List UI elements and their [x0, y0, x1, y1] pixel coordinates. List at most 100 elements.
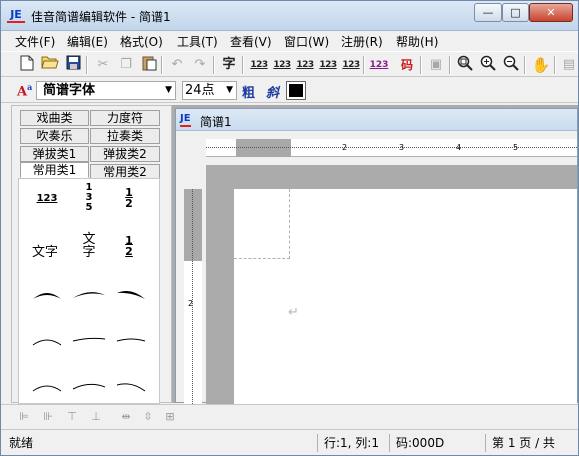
document-title: 简谱1 [200, 115, 232, 129]
bold-button[interactable]: 粗 [242, 82, 255, 101]
num-color-button[interactable]: 123 [369, 55, 389, 75]
chevron-down-icon: ▼ [165, 85, 172, 95]
font-size-select[interactable]: 24点 ▼ [182, 81, 237, 100]
num-style-5-button[interactable]: 123 [341, 55, 361, 75]
undo-icon[interactable]: ↶ [167, 55, 187, 75]
symbol-lower-note[interactable]: 12 [109, 235, 149, 275]
menu-tools[interactable]: 工具(T) [177, 33, 218, 50]
window-title: 佳音简谱编辑软件 - 简谱1 [31, 10, 171, 24]
main-toolbar: ✂ ❐ ↶ ↷ 字 123 123 123 123 123 123 码 ▣ ✋ [1, 51, 578, 77]
align-bottom-icon[interactable]: ⊥ [87, 408, 105, 426]
vertical-ruler[interactable]: 2 [184, 189, 202, 404]
font-family-value: 简谱字体 [43, 83, 96, 98]
tab-dynamics[interactable]: 力度符 [90, 110, 160, 126]
menu-file[interactable]: 文件(F) [15, 33, 55, 50]
document-title-bar[interactable]: JE 简谱1 [176, 109, 577, 131]
open-folder-icon[interactable] [40, 55, 60, 75]
italic-button[interactable]: 斜 [266, 82, 279, 101]
document-logo-icon: JE [180, 113, 191, 127]
minimize-button[interactable]: — [474, 3, 502, 22]
tab-opera[interactable]: 戏曲类 [20, 110, 89, 126]
status-char-code: 码:000D [389, 434, 481, 452]
num-style-2-button[interactable]: 123 [272, 55, 292, 75]
symbol-palette-panel: 戏曲类 力度符 吹奏乐 拉奏类 弹拔类1 弹拔类2 常用类1 常用类2 123 … [11, 105, 172, 404]
num-style-3-button[interactable]: 123 [295, 55, 315, 75]
document-canvas: ↵ [206, 165, 577, 404]
num-style-1-button[interactable]: 123 [249, 55, 269, 75]
ruler-number: 5 [513, 143, 519, 152]
slur-thin-2-icon[interactable] [69, 333, 109, 373]
status-bar: 就绪 行:1, 列:1 码:000D 第 1 页 / 共 [1, 429, 578, 455]
zoom-in-icon[interactable] [478, 55, 498, 75]
center-both-icon[interactable]: ⊞ [161, 408, 179, 426]
hand-pan-icon[interactable]: ✋ [531, 55, 551, 75]
tab-plucked-1[interactable]: 弹拔类1 [20, 146, 89, 162]
code-button[interactable]: 码 [397, 55, 417, 75]
ruler-number: 4 [456, 143, 462, 152]
menu-window[interactable]: 窗口(W) [284, 33, 329, 50]
ruler-ticks [192, 189, 193, 404]
zoom-fit-icon[interactable] [455, 55, 475, 75]
symbol-grid: 123 135 12 文字 文字 12 [18, 178, 160, 404]
extra-tool-icon[interactable]: ▤ [559, 55, 579, 75]
symbol-chord-stack[interactable]: 135 [69, 183, 109, 223]
slur-thick-short-icon[interactable] [27, 287, 67, 327]
title-bar[interactable]: JE 佳音简谱编辑软件 - 简谱1 — □ ✕ [1, 1, 578, 31]
app-window: JE 佳音简谱编辑软件 - 简谱1 — □ ✕ 文件(F) 编辑(E) 格式(O… [0, 0, 579, 456]
tab-wind[interactable]: 吹奏乐 [20, 128, 89, 144]
save-icon[interactable] [63, 55, 83, 75]
score-page[interactable]: ↵ [234, 189, 577, 404]
space-horizontal-icon[interactable]: ⇹ [117, 408, 135, 426]
format-toolbar: Aa 简谱字体 ▼ 24点 ▼ 粗 斜 [1, 78, 578, 103]
redo-icon[interactable]: ↷ [190, 55, 210, 75]
status-page: 第 1 页 / 共 [485, 434, 573, 452]
align-top-icon[interactable]: ⊤ [63, 408, 81, 426]
close-button[interactable]: ✕ [529, 3, 573, 22]
slur-thick-long-icon[interactable] [111, 287, 151, 327]
menu-format[interactable]: 格式(O) [120, 33, 163, 50]
menu-view[interactable]: 查看(V) [230, 33, 272, 50]
horizontal-ruler[interactable]: 2 3 4 5 [206, 139, 577, 157]
align-left-icon[interactable]: ⊫ [15, 408, 33, 426]
tab-plucked-2[interactable]: 弹拔类2 [90, 146, 160, 162]
copy-icon[interactable]: ❐ [116, 55, 136, 75]
paragraph-mark: ↵ [288, 305, 299, 320]
color-swatch [289, 84, 303, 97]
menu-edit[interactable]: 编辑(E) [67, 33, 108, 50]
menu-bar: 文件(F) 编辑(E) 格式(O) 工具(T) 查看(V) 窗口(W) 注册(R… [1, 31, 578, 51]
status-ready: 就绪 [9, 436, 34, 450]
ruler-margin-shade [236, 139, 291, 157]
align-center-icon[interactable]: ⊪ [39, 408, 57, 426]
mdi-client-area: JE 简谱1 2 3 4 5 2 ↵ [172, 105, 578, 404]
slur-thin-3-icon[interactable] [111, 333, 151, 373]
symbol-number-sequence[interactable]: 123 [27, 193, 67, 233]
font-family-select[interactable]: 简谱字体 ▼ [36, 81, 176, 100]
font-icon: Aa [17, 82, 33, 100]
tab-bowed[interactable]: 拉奏类 [90, 128, 160, 144]
zoom-out-icon[interactable] [501, 55, 521, 75]
slur-thin-1-icon[interactable] [27, 333, 67, 373]
space-vertical-icon[interactable]: ⇳ [139, 408, 157, 426]
symbol-text-vertical[interactable]: 文字 [69, 233, 109, 273]
slur-thin-5-icon[interactable] [69, 379, 109, 403]
text-color-button[interactable] [286, 81, 306, 100]
paste-icon[interactable] [139, 55, 159, 75]
num-style-4-button[interactable]: 123 [318, 55, 338, 75]
tab-common-1[interactable]: 常用类1 [20, 162, 89, 178]
ruler-number: 2 [342, 143, 348, 152]
menu-register[interactable]: 注册(R) [341, 33, 383, 50]
new-file-icon[interactable] [17, 55, 37, 75]
char-button[interactable]: 字 [219, 55, 239, 75]
symbol-two-level-note[interactable]: 12 [109, 187, 149, 227]
ruler-number: 2 [188, 299, 194, 308]
menu-help[interactable]: 帮助(H) [396, 33, 438, 50]
cut-icon[interactable]: ✂ [93, 55, 113, 75]
slur-thin-6-icon[interactable] [111, 379, 151, 403]
symbol-text[interactable]: 文字 [25, 241, 65, 281]
ruler-margin-shade [184, 189, 202, 261]
properties-icon[interactable]: ▣ [426, 55, 446, 75]
maximize-button[interactable]: □ [502, 3, 529, 22]
slur-thin-4-icon[interactable] [27, 379, 67, 403]
font-size-value: 24点 [185, 83, 215, 98]
slur-thick-mid-icon[interactable] [69, 287, 109, 327]
